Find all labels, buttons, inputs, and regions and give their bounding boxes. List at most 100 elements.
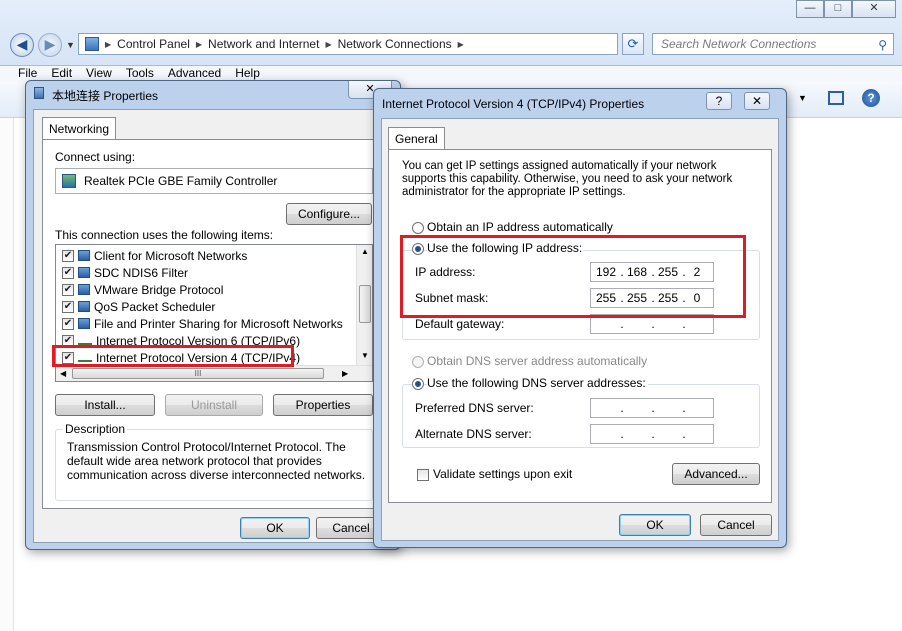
list-item-label: Client for Microsoft Networks <box>94 248 248 263</box>
refresh-icon: ⟳ <box>627 36 639 51</box>
octet-dot: . <box>682 427 686 441</box>
service-icon <box>78 284 90 295</box>
search-input[interactable]: Search Network Connections ⚲ <box>652 33 894 55</box>
preview-pane-icon[interactable] <box>828 91 844 105</box>
tab-general[interactable]: General <box>388 127 445 149</box>
uninstall-button[interactable]: Uninstall <box>165 394 263 416</box>
dialog-close-button[interactable]: ✕ <box>744 92 770 110</box>
dialog-title: Internet Protocol Version 4 (TCP/IPv4) P… <box>382 97 645 111</box>
network-card-icon <box>62 174 76 188</box>
service-icon <box>78 318 90 329</box>
maximize-button[interactable]: □ <box>824 0 852 18</box>
general-tab-page: You can get IP settings assigned automat… <box>388 149 772 503</box>
window-caption-buttons: — □ ✕ <box>796 0 896 18</box>
description-text: Transmission Control Protocol/Internet P… <box>67 440 366 482</box>
horizontal-scrollbar[interactable]: ◀ III ▶ <box>56 365 372 381</box>
obtain-dns-auto-label[interactable]: Obtain DNS server address automatically <box>427 354 647 368</box>
cancel-button[interactable]: Cancel <box>700 514 772 536</box>
breadcrumb-network-connections[interactable]: Network Connections <box>338 37 452 51</box>
scroll-thumb[interactable] <box>359 285 371 323</box>
checkbox[interactable]: ✔ <box>62 317 74 330</box>
close-button[interactable]: ✕ <box>852 0 896 18</box>
help-icon[interactable]: ? <box>862 89 880 107</box>
checkbox[interactable]: ✔ <box>62 266 74 279</box>
list-item-label: File and Printer Sharing for Microsoft N… <box>94 316 343 331</box>
recent-pages-chevron-icon[interactable]: ▼ <box>66 40 75 50</box>
service-icon <box>78 301 90 312</box>
back-arrow-icon: ◀ <box>16 36 28 52</box>
connect-using-label: Connect using: <box>55 150 136 164</box>
description-label: Description <box>63 422 128 436</box>
search-placeholder: Search Network Connections <box>661 37 817 51</box>
configure-button[interactable]: Configure... <box>286 203 372 225</box>
dialog-title: 本地连接 Properties <box>52 89 159 103</box>
obtain-dns-auto-radio[interactable] <box>412 356 424 368</box>
explorer-header: — □ ✕ ◀ ▶ ▼ ▶ Control Panel ▶ Network an… <box>0 0 902 66</box>
checkbox[interactable]: ✔ <box>62 300 74 313</box>
obtain-ip-auto-label[interactable]: Obtain an IP address automatically <box>427 220 613 234</box>
control-panel-icon <box>85 37 99 51</box>
octet-dot: . <box>620 401 624 415</box>
ok-button[interactable]: OK <box>240 517 310 539</box>
network-adapter-icon <box>34 87 44 99</box>
list-item[interactable]: ✔ SDC NDIS6 Filter <box>62 264 188 281</box>
breadcrumb-separator: ▶ <box>457 39 464 49</box>
dialog-body: General You can get IP settings assigned… <box>381 118 779 541</box>
forward-button[interactable]: ▶ <box>38 33 62 57</box>
scroll-up-icon[interactable]: ▲ <box>361 247 369 256</box>
validate-checkbox[interactable] <box>417 469 429 481</box>
list-item[interactable]: ✔ File and Printer Sharing for Microsoft… <box>62 315 343 332</box>
properties-button[interactable]: Properties <box>273 394 373 416</box>
default-gateway-label: Default gateway: <box>415 317 505 331</box>
search-icon: ⚲ <box>878 38 887 52</box>
alternate-dns-field[interactable]: ... <box>590 424 714 444</box>
preferred-dns-label: Preferred DNS server: <box>415 401 534 415</box>
octet-dot: . <box>651 401 655 415</box>
list-item[interactable]: ✔ Client for Microsoft Networks <box>62 247 247 264</box>
hscroll-thumb[interactable]: III <box>72 368 324 379</box>
scroll-left-icon[interactable]: ◀ <box>60 369 66 378</box>
checkbox[interactable]: ✔ <box>62 249 74 262</box>
minimize-button[interactable]: — <box>796 0 824 18</box>
breadcrumb-separator: ▶ <box>325 39 332 49</box>
ipv4-highlight-box <box>52 345 294 367</box>
breadcrumb-network-and-internet[interactable]: Network and Internet <box>208 37 319 51</box>
list-item[interactable]: ✔ QoS Packet Scheduler <box>62 298 215 315</box>
breadcrumb-separator: ▶ <box>195 39 203 49</box>
help-button[interactable]: ? <box>706 92 732 110</box>
address-bar[interactable]: ▶ Control Panel ▶ Network and Internet ▶… <box>78 33 618 55</box>
client-icon <box>78 250 90 261</box>
ok-button[interactable]: OK <box>619 514 691 536</box>
install-button[interactable]: Install... <box>55 394 155 416</box>
use-following-dns-radio[interactable] <box>412 378 424 390</box>
adapter-field: Realtek PCIe GBE Family Controller <box>55 168 373 194</box>
breadcrumb-control-panel[interactable]: Control Panel <box>117 37 190 51</box>
tab-networking[interactable]: Networking <box>42 117 117 139</box>
octet-dot: . <box>620 427 624 441</box>
networking-tab-page: Connect using: Realtek PCIe GBE Family C… <box>42 139 380 509</box>
back-button[interactable]: ◀ <box>10 33 34 57</box>
preferred-dns-field[interactable]: ... <box>590 398 714 418</box>
view-options-chevron-icon[interactable]: ▼ <box>798 93 807 103</box>
advanced-button[interactable]: Advanced... <box>672 463 760 485</box>
protocol-icon <box>78 337 92 345</box>
items-label: This connection uses the following items… <box>55 228 274 242</box>
forward-arrow-icon: ▶ <box>44 36 56 52</box>
static-ip-highlight-box <box>400 235 746 318</box>
refresh-button[interactable]: ⟳ <box>622 33 644 55</box>
navigation-pane <box>0 118 14 631</box>
alternate-dns-label: Alternate DNS server: <box>415 427 532 441</box>
use-following-dns-label[interactable]: Use the following DNS server addresses: <box>427 376 648 390</box>
scroll-right-icon[interactable]: ▶ <box>342 369 348 378</box>
validate-label[interactable]: Validate settings upon exit <box>433 467 572 481</box>
vertical-scrollbar[interactable]: ▲ ▼ <box>356 245 372 365</box>
octet-dot: . <box>651 427 655 441</box>
adapter-name: Realtek PCIe GBE Family Controller <box>84 174 278 188</box>
list-item-label: VMware Bridge Protocol <box>94 282 224 297</box>
dialog-body: Networking Connect using: Realtek PCIe G… <box>33 109 393 543</box>
list-item-label: SDC NDIS6 Filter <box>94 265 189 280</box>
scroll-down-icon[interactable]: ▼ <box>361 351 369 360</box>
obtain-ip-auto-radio[interactable] <box>412 222 424 234</box>
list-item[interactable]: ✔ VMware Bridge Protocol <box>62 281 223 298</box>
checkbox[interactable]: ✔ <box>62 283 74 296</box>
